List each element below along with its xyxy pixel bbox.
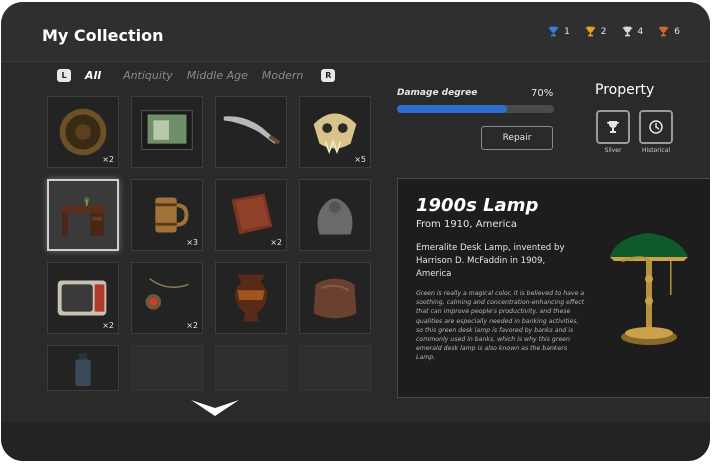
grid-item-curved-blade[interactable]	[215, 96, 287, 168]
item-origin: From 1910, America	[416, 219, 518, 230]
tab-all[interactable]: All	[85, 69, 101, 82]
bronze-trophy-count: 6	[674, 26, 680, 37]
lantern-icon	[75, 353, 91, 387]
page-title: My Collection	[42, 26, 164, 45]
empty-slot[interactable]	[131, 345, 203, 391]
scroll-down-icon[interactable]	[191, 398, 239, 418]
blue-trophy-counter: 1	[547, 25, 570, 38]
tab-middle-age[interactable]: Middle Age	[187, 69, 248, 82]
blade-icon	[223, 116, 281, 145]
item-detail-card: 1900s Lamp From 1910, America Emeralite …	[397, 178, 710, 398]
bankers-lamp-image	[610, 233, 688, 345]
damage-progress-fill	[397, 105, 507, 113]
sculpture-icon	[317, 198, 353, 235]
item-quantity: ×2	[186, 321, 198, 330]
tv-screen-icon	[141, 110, 193, 150]
property-label-historical: Historical	[641, 147, 671, 154]
empty-slot[interactable]	[215, 345, 287, 391]
silver-trophy-count: 4	[637, 26, 644, 37]
damage-label: Damage degree	[397, 88, 478, 98]
tab-antiquity[interactable]: Antiquity	[123, 69, 173, 82]
gold-trophy-count: 2	[600, 26, 607, 37]
grid-item-bowl[interactable]: ×2	[47, 96, 119, 168]
item-description: Green is really a magical color, it is b…	[416, 290, 585, 362]
grid-item-book[interactable]: ×2	[215, 179, 287, 251]
grid-item-desk-selected[interactable]	[47, 179, 119, 251]
empty-slot[interactable]	[299, 345, 371, 391]
item-quantity: ×2	[102, 155, 114, 164]
silver-trophy-counter: 4	[621, 25, 644, 38]
property-badge-silver	[596, 110, 630, 144]
blue-trophy-count: 1	[564, 26, 570, 37]
grid-item-tv-screen[interactable]	[131, 96, 203, 168]
prev-tab-key[interactable]: L	[57, 68, 71, 82]
blue-trophy-icon	[548, 26, 559, 37]
trophy-icon	[607, 121, 619, 133]
grid-item-stone-sculpture[interactable]	[299, 179, 371, 251]
clock-icon	[649, 120, 663, 134]
bronze-trophy-icon	[658, 26, 669, 37]
item-title: 1900s Lamp	[416, 195, 539, 216]
cloth-icon	[313, 278, 357, 319]
grid-item-tankard[interactable]: ×3	[131, 179, 203, 251]
grid-item-retro-tv[interactable]: ×2	[47, 262, 119, 334]
tab-modern[interactable]: Modern	[262, 69, 303, 82]
trophy-summary: 1 2 4 6	[547, 25, 680, 38]
next-tab-key[interactable]: R	[321, 68, 336, 82]
collection-panel: My Collection 1 2 4 6 L All Antiquity Mi…	[1, 2, 710, 461]
item-quantity: ×5	[354, 155, 366, 164]
property-title: Property	[595, 82, 655, 98]
repair-button[interactable]: Repair	[481, 126, 553, 150]
item-quantity: ×3	[186, 238, 198, 247]
property-badge-historical	[639, 110, 673, 144]
grid-item-animal-skull[interactable]: ×5	[299, 96, 371, 168]
header-bar: My Collection 1 2 4 6	[1, 2, 710, 62]
grid-item-amulet[interactable]: ×2	[131, 262, 203, 334]
category-tabs: L All Antiquity Middle Age Modern R	[57, 68, 336, 82]
gold-trophy-icon	[585, 26, 596, 37]
desk-icon	[60, 197, 106, 236]
bronze-trophy-counter: 6	[657, 25, 680, 38]
item-quantity: ×2	[270, 238, 282, 247]
silver-trophy-icon	[622, 26, 632, 37]
vase-icon	[234, 274, 268, 322]
gold-trophy-counter: 2	[584, 25, 607, 38]
property-label-silver: Silver	[604, 147, 622, 154]
footer-bar	[1, 422, 710, 461]
damage-value: 70%	[531, 88, 554, 99]
grid-item-cloth[interactable]	[299, 262, 371, 334]
grid-item-lantern[interactable]	[47, 345, 119, 391]
item-summary: Emeralite Desk Lamp, invented by Harriso…	[416, 243, 565, 279]
item-quantity: ×2	[102, 321, 114, 330]
damage-progress-bar	[397, 105, 554, 113]
grid-item-vase[interactable]	[215, 262, 287, 334]
